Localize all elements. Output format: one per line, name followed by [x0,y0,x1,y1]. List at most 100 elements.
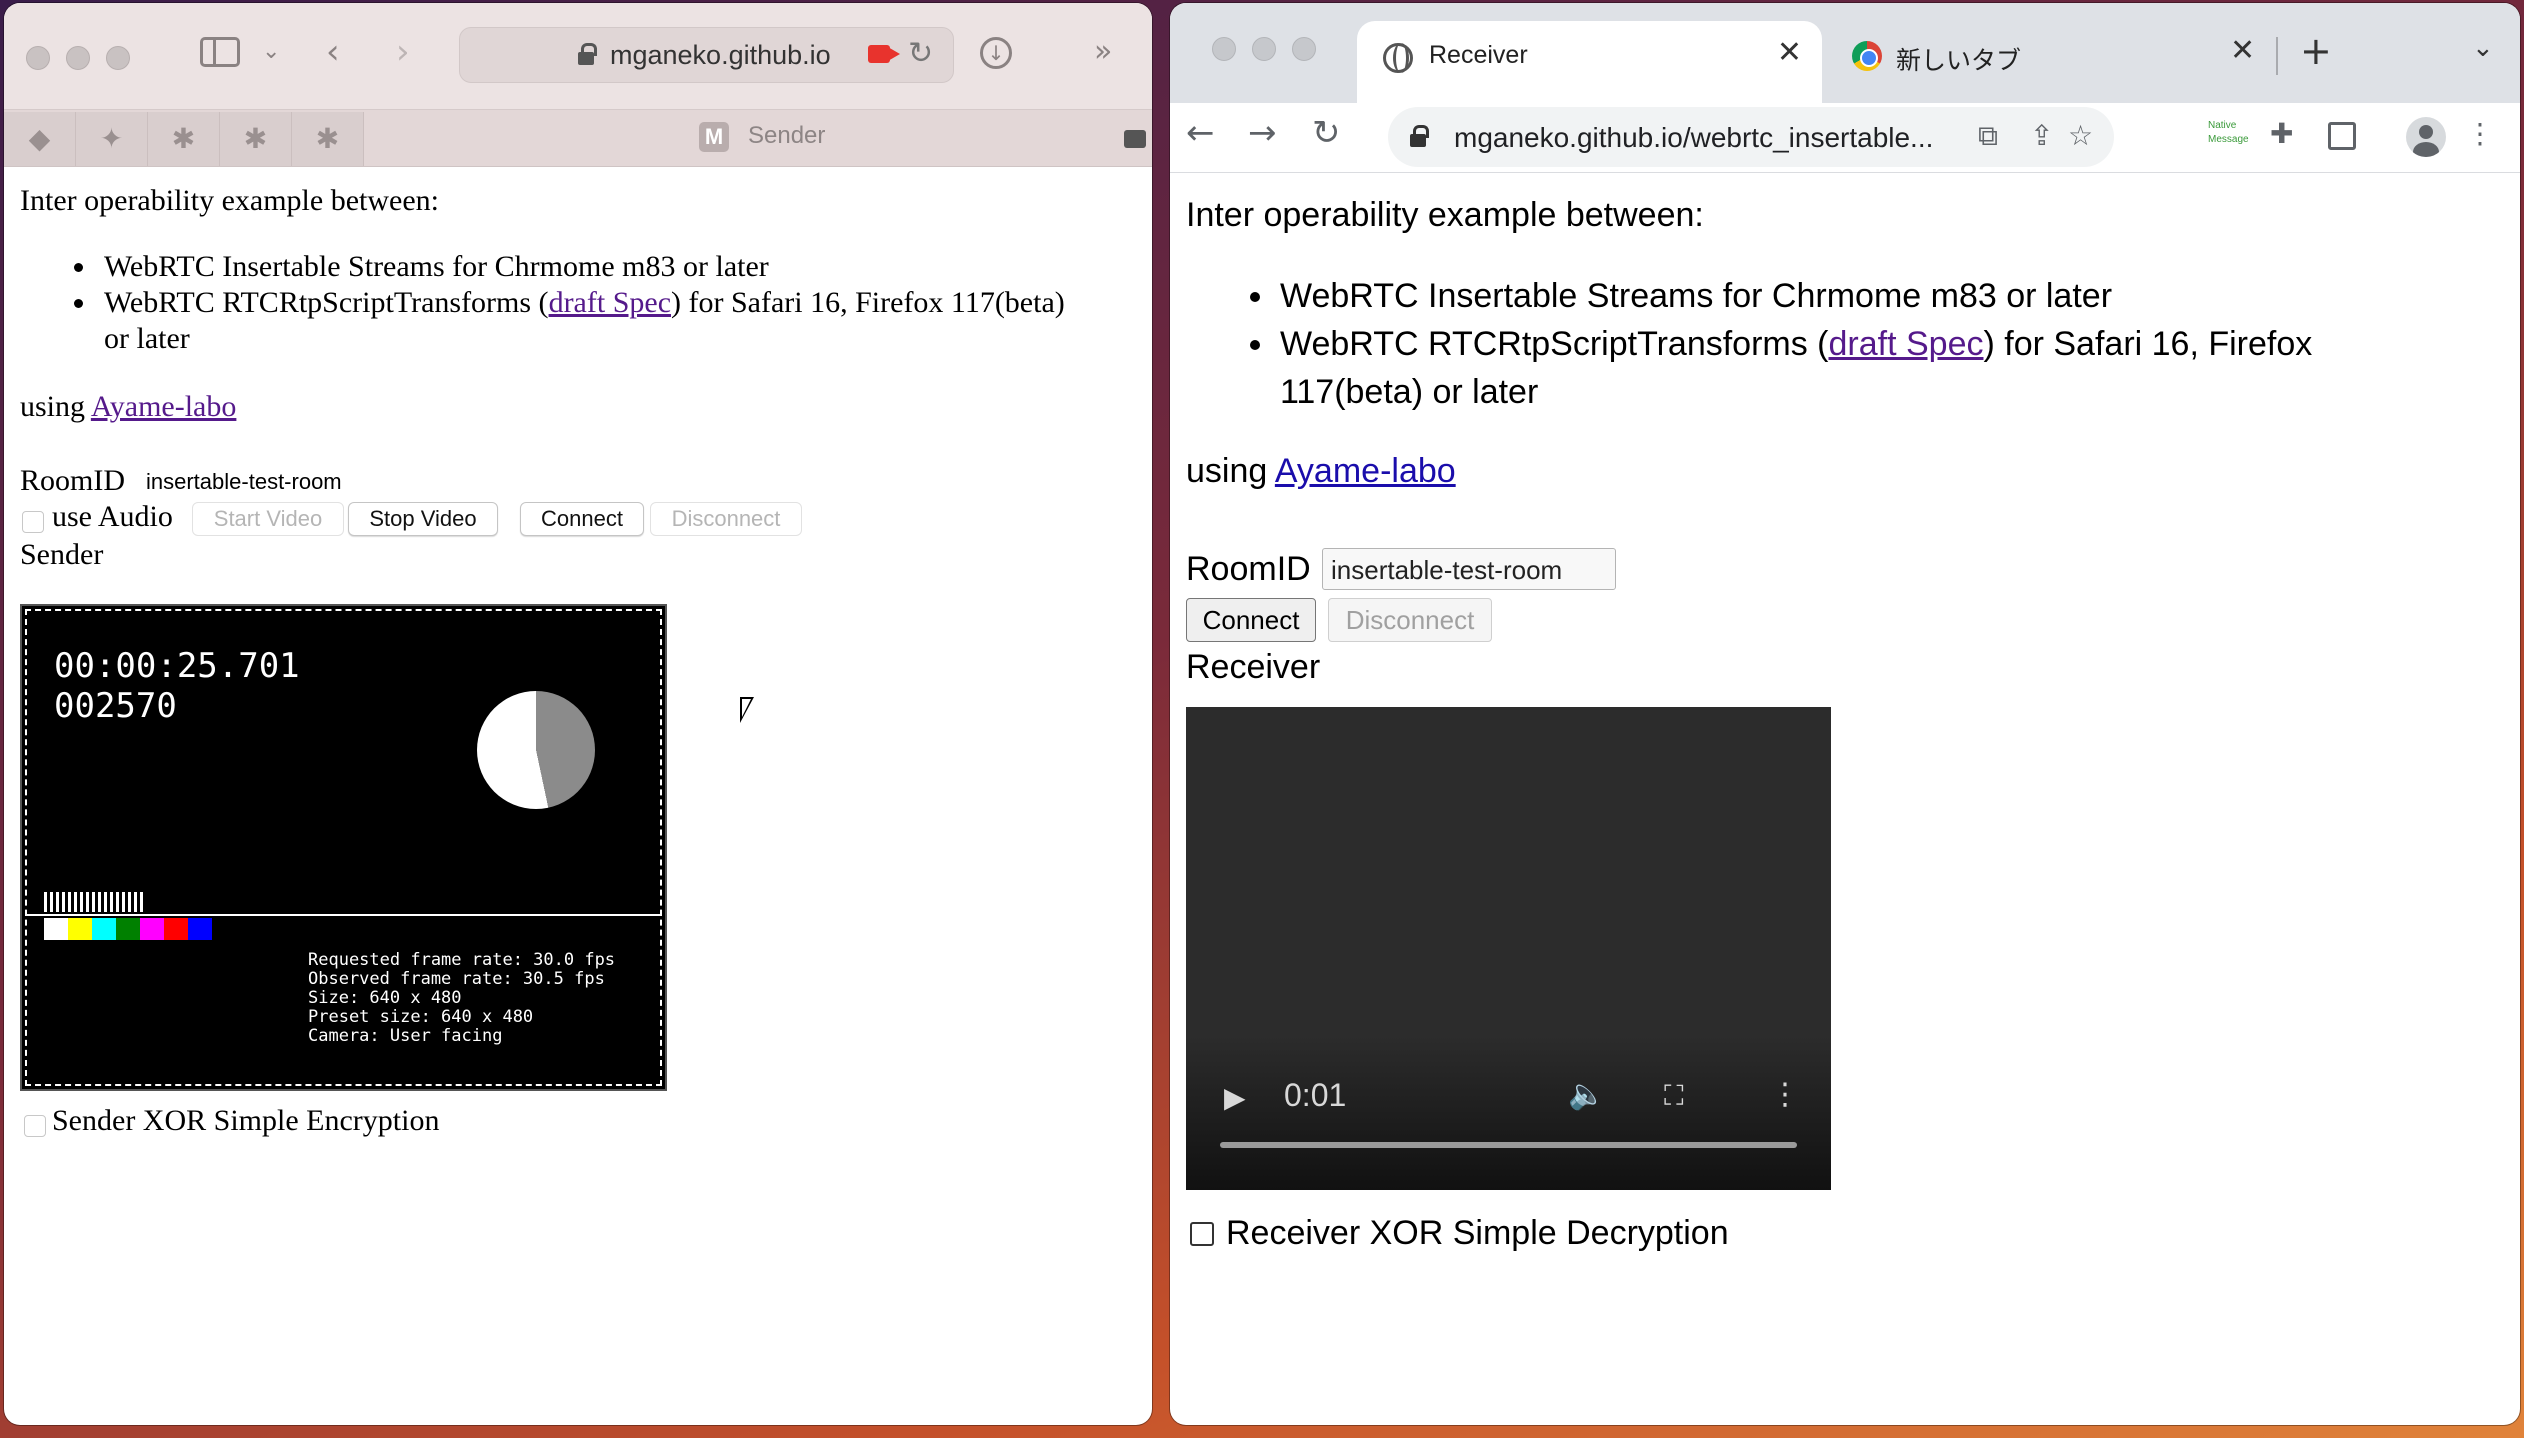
video-progress-bar[interactable] [1220,1142,1797,1148]
bullet-text: WebRTC RTCRtpScriptTransforms ( [1280,325,1829,363]
connect-button[interactable]: Connect [520,502,644,536]
safari-url-text: mganeko.github.io [610,40,831,70]
sidebar-toggle-icon[interactable] [200,37,240,67]
close-window-button[interactable] [26,46,50,70]
disconnect-button[interactable]: Disconnect [1328,598,1492,642]
chrome-logo-icon [1852,41,1882,71]
chrome-address-bar[interactable]: mganeko.github.io/webrtc_insertable... ⧉… [1388,107,2114,167]
forward-arrow-icon[interactable]: → [1248,113,1277,153]
safari-toolbar: ⌄ ‹ › mganeko.github.io ↻ ↓ » [4,3,1152,109]
connect-button[interactable]: Connect [1186,598,1316,642]
new-tab-plus-icon[interactable]: + [2300,29,2332,73]
favorite-bookmark-icon[interactable]: ◆ [4,112,76,166]
use-audio-checkbox[interactable] [22,511,44,533]
favorite-slack-icon[interactable]: ✱ [148,112,220,166]
volume-icon[interactable]: 🔈 [1568,1077,1605,1112]
section-title-sender: Sender [20,538,104,571]
side-panel-icon[interactable] [2328,122,2356,150]
color-bars [44,918,212,940]
stat-line: Observed frame rate: 30.5 fps [308,969,605,989]
close-tab-icon[interactable]: ✕ [2230,33,2255,68]
favorite-slack-icon[interactable]: ✱ [292,112,364,166]
barcode-graphic [44,892,144,912]
bookmark-star-icon[interactable]: ☆ [2068,119,2093,152]
receiver-decryption-checkbox[interactable] [1190,1222,1214,1246]
ayame-labo-link[interactable]: Ayame-labo [91,390,237,423]
minimize-window-button[interactable] [66,46,90,70]
more-tabs-chevron-icon[interactable]: » [1094,37,1112,67]
chrome-tab-strip: Receiver ✕ 新しいタブ ✕ + ⌄ [1170,3,2520,103]
tab-video-icon [1124,130,1146,148]
tab-separator [2276,37,2278,75]
share-icon[interactable]: ⇪ [2030,119,2053,152]
ayame-labo-link[interactable]: Ayame-labo [1275,452,1456,490]
reload-icon[interactable]: ↻ [908,36,933,71]
zoom-window-button[interactable] [1292,37,1316,61]
back-icon[interactable]: ‹ [326,35,340,69]
chevron-down-icon[interactable]: ⌄ [262,41,280,63]
profile-avatar-icon[interactable] [2406,117,2446,157]
back-arrow-icon[interactable]: ← [1186,113,1215,153]
section-title-receiver: Receiver [1186,648,1321,686]
tab-title: Sender [748,122,826,149]
sender-encryption-checkbox[interactable] [24,1115,46,1137]
room-id-field[interactable]: insertable-test-room [146,469,342,495]
room-id-input[interactable]: insertable-test-room [1322,548,1616,590]
zoom-window-button[interactable] [106,46,130,70]
tab-new-tab[interactable]: 新しいタブ [1830,21,2470,93]
color-bar [44,918,68,940]
bullet-text: 117(beta) or later [1280,373,1539,411]
feature-list: WebRTC Insertable Streams for Chrmome m8… [62,249,1137,357]
favorite-slack-icon[interactable]: ✱ [220,112,292,166]
play-icon[interactable]: ▶ [1224,1081,1246,1114]
tab-receiver[interactable]: Receiver ✕ [1357,21,1822,103]
favorite-twitter-icon[interactable]: ✦ [76,112,148,166]
start-video-button[interactable]: Start Video [192,502,344,536]
pie-clock-graphic [477,691,595,809]
bullet-text: WebRTC Insertable Streams for Chrmome m8… [1280,277,2113,315]
color-bar [140,918,164,940]
intro-text: Inter operability example between: [1186,196,1704,234]
safari-address-bar[interactable]: mganeko.github.io ↻ [459,27,954,83]
draft-spec-link[interactable]: draft Spec [549,286,671,319]
extensions-puzzle-icon[interactable]: ✚ [2270,117,2293,150]
safari-page-content: Inter operability example between: WebRT… [4,167,1152,1425]
color-bar [68,918,92,940]
close-tab-icon[interactable]: ✕ [1777,35,1802,70]
sender-video[interactable]: 00:00:25.701 002570 Requested frame rate… [20,604,667,1091]
camera-in-use-icon[interactable] [868,45,900,63]
downloads-icon[interactable]: ↓ [980,37,1012,69]
forward-icon[interactable]: › [396,35,410,69]
disconnect-button[interactable]: Disconnect [650,502,802,536]
video-frame-counter: 002570 [54,686,177,726]
safari-tab-bar: ◆ ✦ ✱ ✱ ✱ M Sender [4,109,1152,167]
lock-icon [1410,125,1429,147]
tab-search-chevron-icon[interactable]: ⌄ [2472,33,2494,63]
lock-icon [578,43,597,65]
stop-video-button[interactable]: Stop Video [348,502,498,536]
using-line: using Ayame-labo [1186,452,1456,491]
native-message-extension-icon[interactable]: Native Message [2208,119,2249,155]
fullscreen-icon[interactable]: ⛶ [1664,1079,1684,1113]
using-text: using [1186,452,1275,490]
feature-list: WebRTC Insertable Streams for Chrmome m8… [1226,272,2476,416]
tab-title: Receiver [1429,41,1528,69]
stat-line: Preset size: 640 x 480 [308,1007,534,1027]
color-bar [116,918,140,940]
menu-kebab-icon[interactable]: ⋮ [2466,117,2494,150]
minimize-window-button[interactable] [1252,37,1276,61]
mouse-cursor-icon [740,697,754,723]
safari-window: ⌄ ‹ › mganeko.github.io ↻ ↓ » ◆ ✦ ✱ ✱ ✱ … [4,3,1152,1425]
draft-spec-link[interactable]: draft Spec [1829,325,1984,363]
receiver-video[interactable]: ▶ 0:01 🔈 ⛶ ⋮ [1186,707,1831,1190]
stat-line: Camera: User facing [308,1026,503,1046]
color-bar [188,918,212,940]
translate-icon[interactable]: ⧉ [1978,119,1998,153]
tab-sender[interactable]: Sender [704,122,825,150]
close-window-button[interactable] [1212,37,1236,61]
chrome-url-text: mganeko.github.io/webrtc_insertable... [1454,122,1934,153]
room-label: RoomID [1186,550,1311,588]
video-options-icon[interactable]: ⋮ [1770,1077,1800,1112]
color-bar [92,918,116,940]
reload-icon[interactable]: ↻ [1312,113,1341,153]
